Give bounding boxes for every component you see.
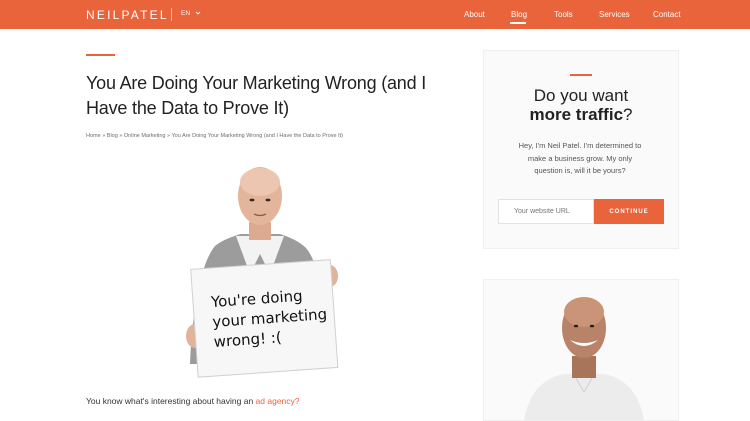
signup-heading-line2: more traffic?	[483, 105, 679, 125]
breadcrumb[interactable]: Home » Blog » Online Marketing » You Are…	[86, 133, 343, 139]
nav-tools[interactable]: Tools	[554, 10, 573, 19]
nav-active-indicator	[510, 22, 526, 24]
signup-heading-line1: Do you want	[533, 86, 629, 105]
signup-description: Hey, I'm Neil Patel. I'm determined to m…	[518, 141, 642, 175]
page-title: You Are Doing Your Marketing Wrong (and …	[86, 73, 427, 118]
author-portrait	[524, 297, 644, 420]
nav-services[interactable]: Services	[599, 10, 630, 19]
website-url-input[interactable]	[498, 199, 594, 224]
continue-button[interactable]: CONTINUE	[594, 199, 664, 224]
article-intro: You know what's interesting about having…	[86, 396, 300, 406]
nav-contact[interactable]: Contact	[653, 10, 681, 19]
author-photo-card	[483, 279, 679, 421]
nav-about[interactable]: About	[464, 10, 485, 19]
hero-image: You're doing your marketing wrong! :(	[186, 167, 339, 378]
signup-heading-bold: more traffic	[529, 105, 624, 124]
signup-heading-end: ?	[623, 105, 633, 124]
ad-agency-link[interactable]: ad agency?	[256, 396, 300, 406]
card-accent-line	[570, 74, 592, 76]
header-divider	[171, 8, 172, 21]
nav-blog[interactable]: Blog	[511, 10, 527, 19]
site-logo[interactable]: NEILPATEL	[86, 8, 169, 22]
chevron-down-icon[interactable]	[193, 8, 203, 18]
language-selector[interactable]: EN	[181, 10, 190, 17]
title-accent-line	[86, 54, 115, 56]
intro-text: You know what's interesting about having…	[86, 396, 256, 406]
